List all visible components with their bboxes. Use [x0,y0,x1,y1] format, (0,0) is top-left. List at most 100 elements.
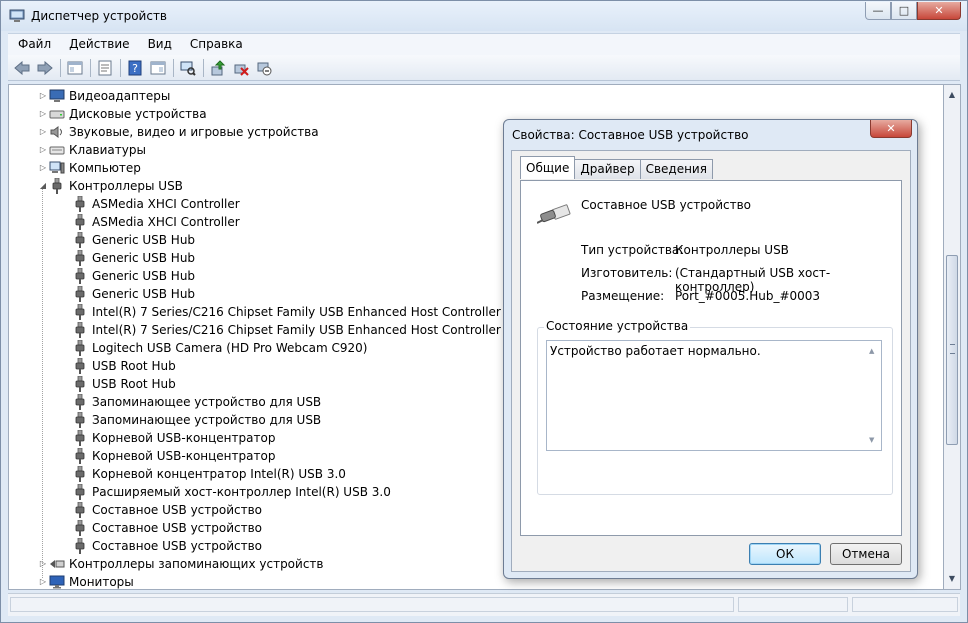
back-icon [14,60,30,75]
view-button[interactable] [148,58,168,78]
tree-category[interactable]: ▷ Мониторы [37,573,134,589]
minimize-button[interactable]: — [865,2,891,20]
tree-category[interactable]: ▷ Компьютер [37,159,141,177]
tree-vertical-scrollbar[interactable]: ▲ ▼ [944,84,961,590]
scroll-up-icon[interactable]: ▲ [869,347,874,355]
device-status-textbox[interactable]: Устройство работает нормально. ▲ ▼ [546,340,882,451]
tree-item-label: Мониторы [69,575,134,589]
show-hide-tree-button[interactable] [65,58,85,78]
toolbar-separator [173,58,174,77]
tree-device-item[interactable]: Расширяемый хост-контроллер Intel(R) USB… [72,483,391,501]
tree-device-item[interactable]: ASMedia XHCI Controller [72,195,240,213]
tree-device-item[interactable]: Корневой концентратор Intel(R) USB 3.0 [72,465,346,483]
tab-general[interactable]: Общие [520,156,576,179]
expand-arrow-icon[interactable]: ▷ [37,159,49,177]
tree-category[interactable]: ▷ Контроллеры запоминающих устройств [37,555,324,573]
usb-plug-icon [72,448,88,464]
tab-details[interactable]: Сведения [639,159,713,179]
expand-arrow-icon[interactable]: ▷ [37,555,49,573]
minimize-icon: — [872,4,884,17]
forward-button[interactable] [35,58,55,78]
toolbar-separator [60,58,61,77]
tree-category[interactable]: ▷ Звуковые, видео и игровые устройства [37,123,319,141]
tree-item-label: Видеоадаптеры [69,89,171,103]
scan-hardware-button[interactable] [178,58,198,78]
toolbar-separator [120,58,121,77]
tree-device-item[interactable]: Intel(R) 7 Series/C216 Chipset Family US… [72,303,543,321]
disable-icon [257,62,272,75]
update-driver-icon [211,59,226,75]
device-status-group: Состояние устройства Устройство работает… [537,319,893,495]
collapse-arrow-icon[interactable]: ◢ [37,177,49,195]
back-button[interactable] [12,58,32,78]
usb-plug-icon [72,340,88,356]
scroll-down-icon[interactable]: ▼ [944,571,960,587]
usb-plug-icon [72,502,88,518]
disable-button[interactable] [254,58,274,78]
tree-device-item[interactable]: Корневой USB-концентратор [72,429,275,447]
update-driver-button[interactable] [208,58,228,78]
tree-category[interactable]: ▷ Видеоадаптеры [37,87,170,105]
grip-icon [950,344,955,354]
tree-device-item[interactable]: Logitech USB Camera (HD Pro Webcam C920) [72,339,367,357]
close-icon: ✕ [934,4,944,17]
title-bar[interactable]: Диспетчер устройств — □ ✕ [1,1,967,31]
disk-drive-icon [49,106,65,122]
tree-device-item[interactable]: Generic USB Hub [72,231,195,249]
tree-device-item[interactable]: Составное USB устройство [72,519,262,537]
tree-device-item[interactable]: Generic USB Hub [72,285,195,303]
uninstall-button[interactable] [231,58,251,78]
menu-file[interactable]: Файл [8,34,59,55]
properties-button[interactable] [95,58,115,78]
usb-plug-icon [72,466,88,482]
maximize-icon: □ [898,4,910,17]
tree-device-item[interactable]: ASMedia XHCI Controller [72,213,240,231]
tree-device-item[interactable]: USB Root Hub [72,375,176,393]
tree-device-item[interactable]: Составное USB устройство [72,537,262,555]
device-type-value: Контроллеры USB [675,243,789,257]
close-button[interactable]: ✕ [917,2,961,20]
scroll-up-icon[interactable]: ▲ [944,87,960,103]
view-icon [150,61,166,74]
status-scrollbar[interactable]: ▲ ▼ [865,341,881,450]
tree-device-item[interactable]: Запоминающее устройство для USB [72,393,321,411]
dialog-close-button[interactable]: ✕ [870,120,912,138]
tree-device-item[interactable]: Запоминающее устройство для USB [72,411,321,429]
tree-item-label: Intel(R) 7 Series/C216 Chipset Family US… [92,305,544,319]
tree-device-item[interactable]: Generic USB Hub [72,249,195,267]
usb-plug-icon [72,232,88,248]
menu-help[interactable]: Справка [180,34,251,55]
expand-arrow-icon[interactable]: ▷ [37,105,49,123]
tree-device-item[interactable]: USB Root Hub [72,357,176,375]
cancel-button[interactable]: Отмена [830,543,902,565]
usb-plug-icon [537,204,571,224]
help-button[interactable]: ? [125,58,145,78]
expand-arrow-icon[interactable]: ▷ [37,141,49,159]
expand-arrow-icon[interactable]: ▷ [37,87,49,105]
tree-item-label: USB Root Hub [92,377,176,391]
tree-device-item[interactable]: Корневой USB-концентратор [72,447,275,465]
ok-button[interactable]: ОК [749,543,821,565]
location-label: Размещение: [581,289,665,303]
dialog-title: Свойства: Составное USB устройство [512,128,749,142]
tree-category[interactable]: ▷ Дисковые устройства [37,105,207,123]
menu-action[interactable]: Действие [59,34,137,55]
device-manager-icon [9,9,25,22]
tree-item-label: Корневой концентратор Intel(R) USB 3.0 [92,467,346,481]
scroll-down-icon[interactable]: ▼ [869,436,874,444]
expand-arrow-icon[interactable]: ▷ [37,573,49,589]
tab-driver[interactable]: Драйвер [574,159,641,179]
tree-device-item[interactable]: Generic USB Hub [72,267,195,285]
menu-view[interactable]: Вид [138,34,180,55]
expand-arrow-icon[interactable]: ▷ [37,123,49,141]
tree-item-label: Корневой USB-концентратор [92,431,276,445]
tree-item-label: Составное USB устройство [92,539,263,553]
tree-device-item[interactable]: Intel(R) 7 Series/C216 Chipset Family US… [72,321,545,339]
maximize-button[interactable]: □ [891,2,917,20]
tree-item-label: Logitech USB Camera (HD Pro Webcam C920) [92,341,368,355]
tree-item-label: ASMedia XHCI Controller [92,215,240,229]
tree-category[interactable]: ◢ Контроллеры USB [37,177,183,195]
tree-category[interactable]: ▷ Клавиатуры [37,141,146,159]
tree-device-item[interactable]: Составное USB устройство [72,501,262,519]
scroll-thumb[interactable] [946,255,958,445]
